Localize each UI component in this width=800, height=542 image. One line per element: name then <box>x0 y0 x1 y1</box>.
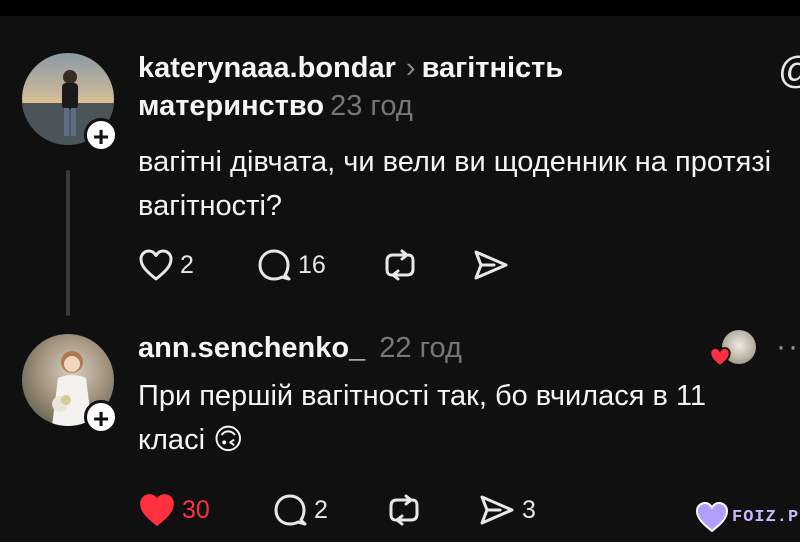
action-bar: 2 16 <box>138 245 510 285</box>
follow-button[interactable]: + <box>84 400 118 434</box>
like-count: 2 <box>180 250 194 279</box>
repost-button[interactable] <box>382 248 472 282</box>
reply-post: + ann.senchenko_ 22 год ·· При першій ваг… <box>0 320 800 542</box>
repost-icon <box>385 249 415 281</box>
send-icon <box>480 495 514 525</box>
comment-icon <box>258 249 291 281</box>
heart-logo-icon <box>695 501 729 533</box>
comment-icon <box>274 494 307 526</box>
like-count: 30 <box>182 495 210 524</box>
share-count: 3 <box>522 495 536 524</box>
upside-down-face-emoji: 🙃 <box>213 424 244 456</box>
share-button[interactable]: 3 <box>478 493 536 527</box>
post-header: katerynaaa.bondar › вагітність <box>138 52 563 85</box>
heart-filled-icon <box>140 494 174 526</box>
post-header: ann.senchenko_ 22 год <box>138 332 462 365</box>
thread-line <box>66 170 70 316</box>
username[interactable]: katerynaaa.bondar <box>138 52 396 84</box>
send-icon <box>474 250 508 280</box>
share-button[interactable] <box>472 248 510 282</box>
reply-count: 2 <box>314 495 328 524</box>
author-liked-heart-icon <box>709 346 731 368</box>
community-name-cont[interactable]: материнство <box>138 90 324 122</box>
post-text: При першій вагітності так, бо вчилася в … <box>138 374 798 462</box>
chevron-right-icon: › <box>405 52 416 84</box>
post-text: вагітні дівчата, чи вели ви щоденник на … <box>138 146 772 222</box>
post-text-line-2: класі 🙃 <box>138 418 798 462</box>
top-strip <box>0 0 800 16</box>
post-text-line: При першій вагітності так, бо вчилася в … <box>138 380 707 412</box>
community-name[interactable]: вагітність <box>422 52 564 84</box>
timestamp: 23 год <box>330 90 413 122</box>
watermark-text: FOIZ.PRO <box>732 507 800 527</box>
at-icon[interactable]: @ <box>778 50 800 93</box>
username[interactable]: ann.senchenko_ <box>138 332 365 364</box>
timestamp: 22 год <box>379 332 462 364</box>
thread-post: + katerynaaa.bondar › вагітність материнст… <box>0 16 800 320</box>
watermark: FOIZ.PRO <box>694 500 800 534</box>
more-options-icon[interactable]: ·· <box>776 330 800 364</box>
like-button[interactable]: 30 <box>138 492 272 528</box>
action-bar: 30 2 3 <box>138 490 536 530</box>
like-button[interactable]: 2 <box>138 248 256 282</box>
follow-button[interactable]: + <box>84 118 118 152</box>
repost-button[interactable] <box>386 493 478 527</box>
post-text-word: класі <box>138 424 206 456</box>
reply-button[interactable]: 2 <box>272 493 386 527</box>
heart-icon <box>139 249 173 281</box>
reply-button[interactable]: 16 <box>256 248 382 282</box>
post-header-line2: материнство 23 год <box>138 90 413 123</box>
repost-icon <box>389 494 419 526</box>
reply-count: 16 <box>298 250 326 279</box>
